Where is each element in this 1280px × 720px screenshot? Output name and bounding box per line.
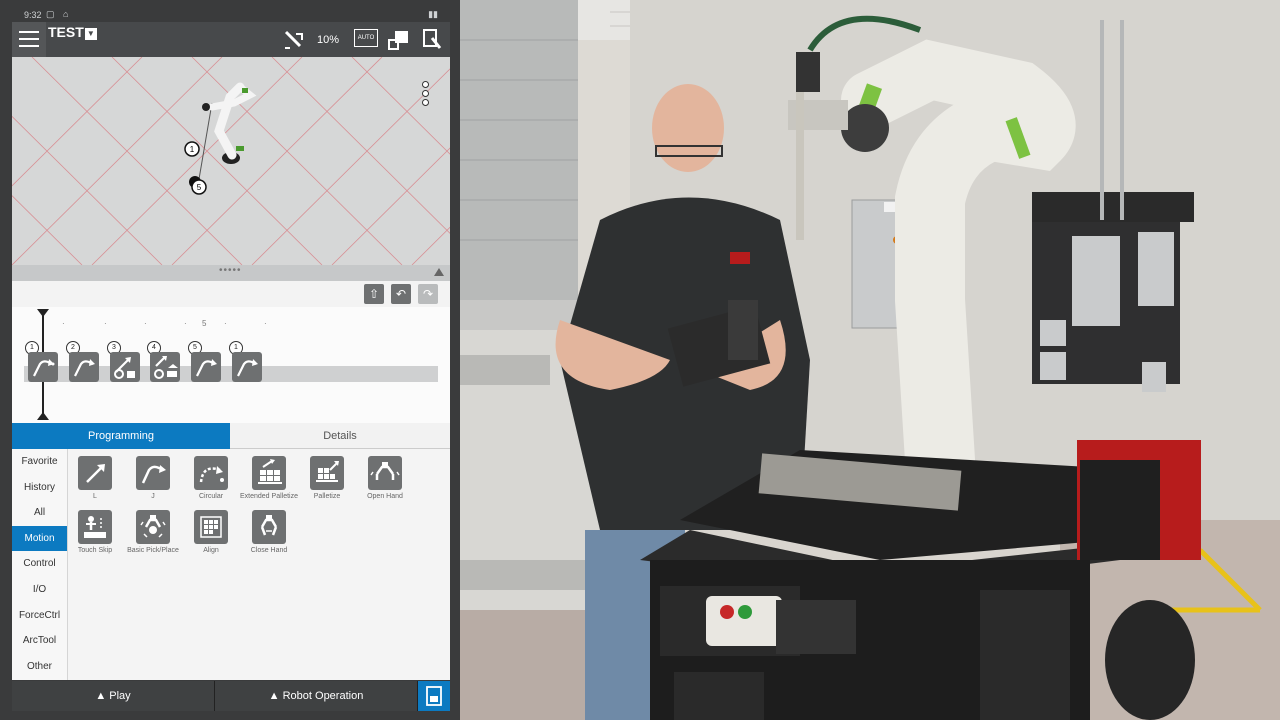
teach-pendant-icon[interactable] [386, 28, 410, 52]
category-forcectrl[interactable]: ForceCtrl [12, 603, 67, 629]
category-favorite[interactable]: Favorite [12, 449, 67, 475]
touch-skip-icon [84, 516, 106, 538]
robot-model [202, 82, 257, 164]
timeline-node-pick-place[interactable] [150, 352, 180, 382]
drag-handle-icon: ••••• [219, 265, 242, 276]
command-label: Circular [198, 493, 224, 500]
pick-place-icon [140, 515, 166, 538]
status-time: 9:32 [24, 10, 42, 20]
floor-grid: 1 5 [12, 57, 450, 265]
cursor-bottom-icon [37, 412, 49, 420]
speed-override[interactable]: 10% [317, 34, 339, 46]
command-linear[interactable]: L [66, 456, 124, 501]
status-bar: 9:32 ▢ ⌂ ▮▮ [12, 8, 450, 22]
redo-button[interactable]: ↷ [418, 284, 438, 304]
command-close-hand[interactable]: Close Hand [240, 510, 298, 555]
close-hand-icon [260, 515, 278, 536]
workcell-scene [460, 0, 1280, 720]
joint-move-icon [141, 465, 166, 484]
category-list: Favorite History All Motion Control I/O … [12, 449, 68, 680]
command-palletize[interactable]: Palletize [298, 456, 356, 501]
align-icon [200, 516, 222, 538]
joint-move-icon [237, 359, 258, 377]
command-label: Palletize [313, 493, 341, 500]
play-button[interactable]: ▲ Play [12, 681, 214, 711]
timeline-node-joint[interactable] [191, 352, 221, 382]
tab-details[interactable]: Details [230, 423, 450, 449]
program-name: TEST [48, 24, 84, 40]
torch-icon[interactable] [282, 28, 306, 52]
ruler-label: 5 [202, 319, 207, 328]
command-label: Touch Skip [77, 547, 113, 554]
command-label: Basic Pick/Place [127, 547, 179, 554]
command-touch-skip[interactable]: Touch Skip [66, 510, 124, 555]
category-all[interactable]: All [12, 500, 67, 526]
category-history[interactable]: History [12, 475, 67, 501]
collapse-icon[interactable] [434, 268, 444, 276]
command-extended-palletize[interactable]: Extended Palletize [240, 456, 298, 501]
command-circular[interactable]: Circular [182, 456, 240, 501]
command-open-hand[interactable]: Open Hand [356, 456, 414, 501]
joint-move-icon [196, 359, 217, 377]
category-control[interactable]: Control [12, 551, 67, 577]
timeline-node-joint[interactable] [232, 352, 262, 382]
command-label: Extended Palletize [240, 493, 298, 500]
view-resize-handle[interactable]: ••••• [12, 265, 450, 281]
joint-move-icon [74, 359, 95, 377]
robot-3d-view[interactable]: 1 5 [12, 57, 450, 265]
timeline-node-touch-skip[interactable] [110, 352, 140, 382]
category-motion[interactable]: Motion [12, 525, 67, 552]
joint-move-icon [33, 359, 55, 377]
more-options-icon[interactable] [422, 81, 429, 108]
extended-palletize-icon [258, 459, 282, 484]
timeline-ruler: · · · · 5 · · [62, 319, 267, 328]
circular-move-icon [199, 466, 224, 483]
panel-tabs: Programming Details [12, 423, 450, 449]
category-io[interactable]: I/O [12, 577, 67, 603]
jog-panel-button[interactable] [418, 681, 450, 711]
program-timeline[interactable]: · · · · 5 · · 1 2 3 4 5 1 [12, 307, 450, 423]
command-label: Align [203, 547, 219, 554]
cursor-top-icon [37, 309, 49, 317]
undo-button[interactable]: ↶ [391, 284, 411, 304]
pick-place-icon [154, 356, 178, 379]
robot-operation-button[interactable]: ▲ Robot Operation [215, 681, 417, 711]
command-joint[interactable]: J [124, 456, 182, 501]
command-align[interactable]: Align [182, 510, 240, 555]
command-label: Close Hand [250, 547, 288, 554]
auto-mode-icon[interactable]: AUTO [354, 29, 378, 47]
battery-icon: ▮▮ [428, 9, 438, 19]
top-bar: TEST ▼ 10% AUTO [12, 22, 450, 57]
timeline-node-joint[interactable] [28, 352, 58, 382]
waypoint-label: 5 [197, 183, 202, 192]
command-label: J [151, 493, 155, 500]
hand-guide-icon[interactable] [420, 28, 444, 52]
command-label: L [93, 493, 97, 500]
chevron-down-icon: ▼ [84, 28, 97, 40]
tab-programming[interactable]: Programming [12, 423, 230, 449]
program-selector[interactable]: TEST ▼ [48, 24, 97, 40]
notification-icons: ▢ ⌂ [46, 9, 72, 19]
bottom-bar: ▲ Play ▲ Robot Operation [12, 681, 450, 711]
upload-button[interactable]: ⇧ [364, 284, 384, 304]
command-basic-pick-place[interactable]: Basic Pick/Place [124, 510, 182, 555]
menu-button[interactable] [12, 22, 46, 57]
category-arctool[interactable]: ArcTool [12, 628, 67, 654]
touch-skip-icon [114, 357, 135, 379]
teach-pendant-screen: 9:32 ▢ ⌂ ▮▮ TEST ▼ 10% AUTO 1 5 ••••• ⇧ … [0, 0, 460, 720]
timeline-toolbar: ⇧ ↶ ↷ [12, 281, 450, 308]
timeline-node-joint[interactable] [69, 352, 99, 382]
linear-move-icon [86, 464, 105, 483]
category-other[interactable]: Other [12, 654, 67, 680]
waypoint-label: 1 [190, 145, 195, 154]
command-palette: Favorite History All Motion Control I/O … [12, 449, 450, 680]
open-hand-icon [370, 462, 400, 480]
tablet-icon [426, 686, 442, 706]
palletize-icon [316, 461, 339, 482]
command-label: Open Hand [367, 493, 403, 500]
camera-video-feed [460, 0, 1280, 720]
